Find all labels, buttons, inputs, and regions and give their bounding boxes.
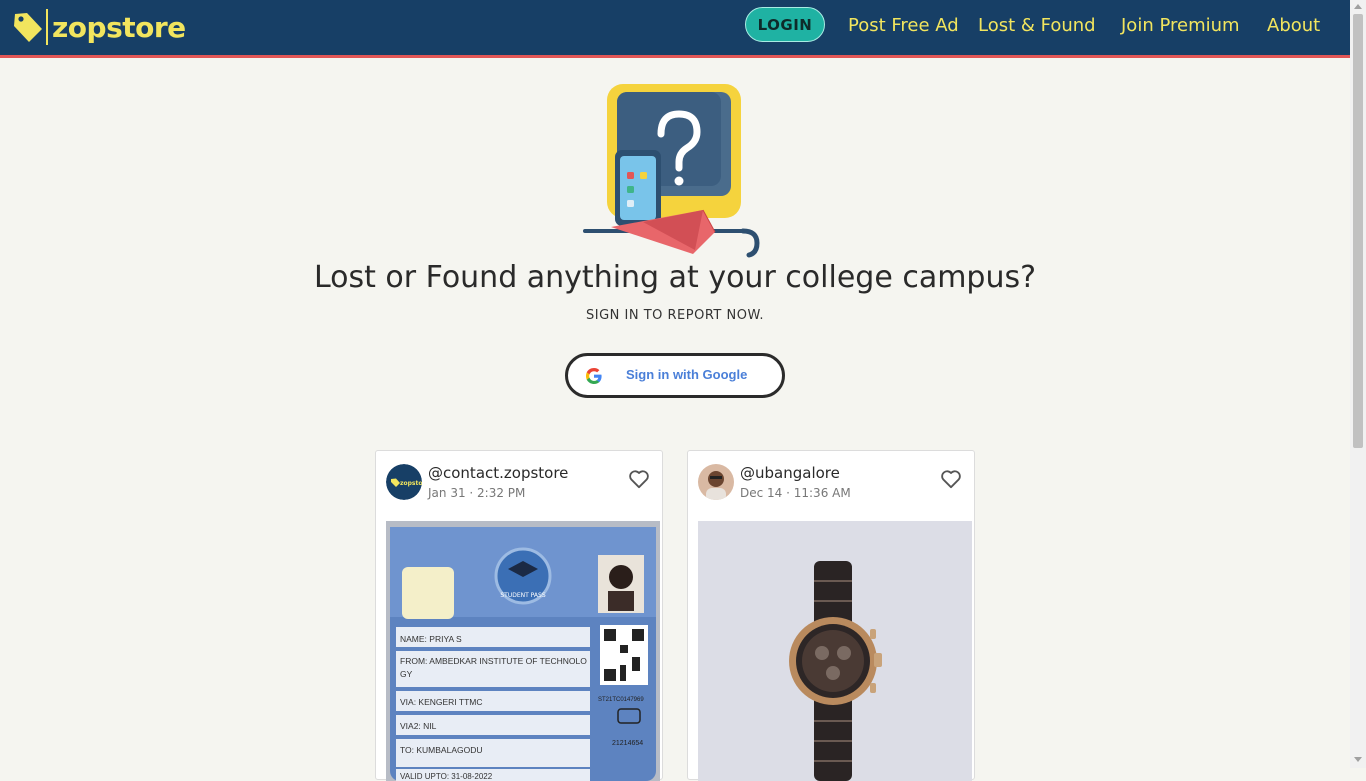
zopstore-avatar-image: zopstore — [386, 464, 422, 500]
google-logo-icon — [586, 368, 602, 384]
post-photo[interactable] — [698, 521, 972, 781]
svg-text:zopstore: zopstore — [400, 480, 422, 487]
heart-icon[interactable] — [628, 469, 650, 489]
heart-icon[interactable] — [940, 469, 962, 489]
post-card[interactable]: zopstore @contact.zopstore Jan 31 · 2:32… — [375, 450, 663, 781]
lost-found-illustration — [583, 84, 760, 258]
logo-divider — [46, 9, 48, 45]
svg-text:GY: GY — [400, 669, 413, 679]
svg-text:VALID UPTO: 31-08-2022: VALID UPTO: 31-08-2022 — [400, 772, 493, 781]
google-sign-in-label: Sign in with Google — [626, 367, 748, 382]
login-button[interactable]: LOGIN — [745, 7, 825, 42]
scrollbar-thumb[interactable] — [1353, 14, 1363, 448]
top-navbar: zopstore LOGIN Post Free Ad Lost & Found… — [0, 0, 1350, 58]
post-author-handle[interactable]: @ubangalore — [740, 464, 840, 482]
svg-text:VIA: KENGERI TTMC: VIA: KENGERI TTMC — [400, 697, 483, 707]
svg-text:STUDENT PASS: STUDENT PASS — [500, 592, 545, 599]
user-avatar-image — [698, 464, 734, 500]
scroll-down-arrow-icon[interactable] — [1354, 757, 1362, 762]
student-pass-photo: STUDENT PASS NAME: PRIYA S FROM: AMBEDKA… — [386, 521, 660, 781]
svg-text:FROM: AMBEDKAR INSTITUTE OF TE: FROM: AMBEDKAR INSTITUTE OF TECHNOLO — [400, 656, 587, 666]
google-sign-in-button[interactable]: Sign in with Google — [565, 353, 785, 398]
page-scrollbar[interactable] — [1350, 0, 1366, 768]
scroll-up-arrow-icon[interactable] — [1354, 4, 1362, 9]
svg-text:VIA2: NIL: VIA2: NIL — [400, 721, 437, 731]
svg-text:21214654: 21214654 — [612, 740, 643, 747]
nav-lost-and-found[interactable]: Lost & Found — [978, 15, 1096, 36]
post-timestamp: Jan 31 · 2:32 PM — [428, 486, 526, 500]
nav-join-premium[interactable]: Join Premium — [1121, 15, 1240, 36]
svg-text:NAME: PRIYA S: NAME: PRIYA S — [400, 634, 462, 644]
svg-text:TO: KUMBALAGODU: TO: KUMBALAGODU — [400, 745, 483, 755]
price-tag-icon — [14, 13, 42, 42]
post-photo[interactable]: STUDENT PASS NAME: PRIYA S FROM: AMBEDKA… — [386, 521, 660, 781]
page-headline: Lost or Found anything at your college c… — [313, 260, 1037, 295]
svg-text:ST21TC0147969: ST21TC0147969 — [598, 697, 644, 703]
post-author-handle[interactable]: @contact.zopstore — [428, 464, 568, 482]
logo[interactable]: zopstore — [12, 9, 186, 45]
wrist-watch-photo — [698, 521, 972, 781]
nav-post-free-ad[interactable]: Post Free Ad — [848, 15, 959, 36]
avatar[interactable]: zopstore — [386, 464, 422, 500]
post-timestamp: Dec 14 · 11:36 AM — [740, 486, 851, 500]
page-subheadline: SIGN IN TO REPORT NOW. — [586, 308, 764, 323]
nav-about[interactable]: About — [1267, 15, 1320, 36]
brand-name: zopstore — [52, 10, 186, 44]
avatar[interactable] — [698, 464, 734, 500]
post-card[interactable]: @ubangalore Dec 14 · 11:36 AM — [687, 450, 975, 781]
